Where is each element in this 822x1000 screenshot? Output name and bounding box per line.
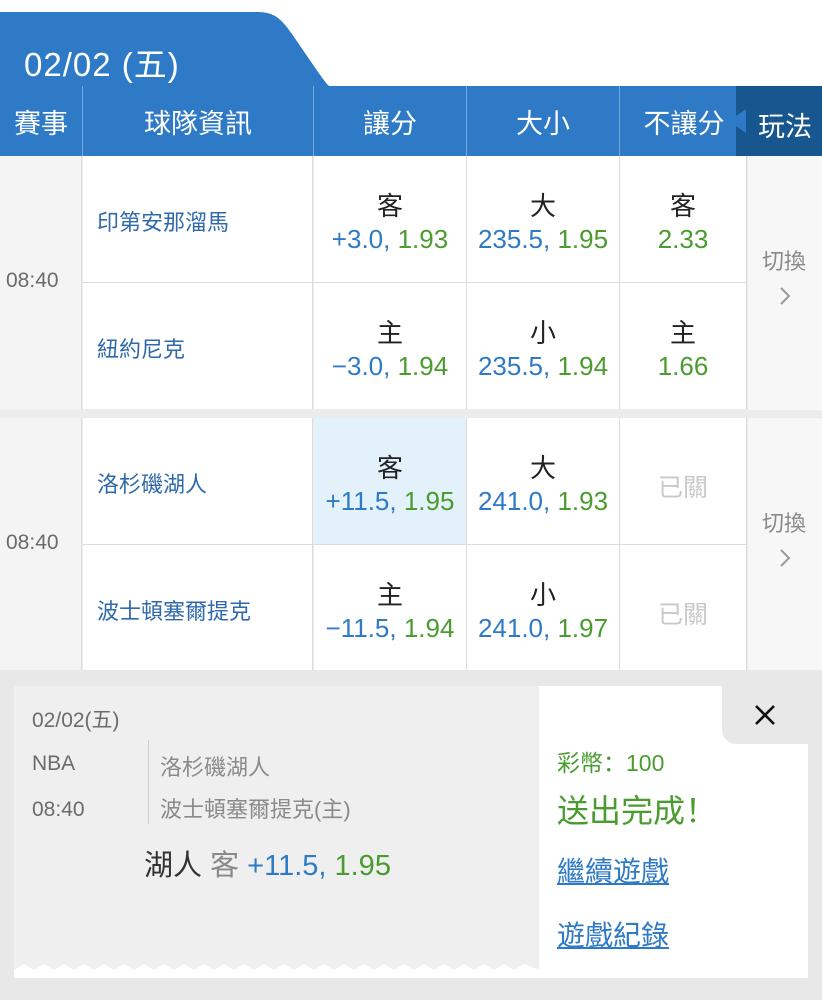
moneyline-odds: 2.33 [657, 224, 709, 254]
moneyline-closed: 已關 [620, 418, 747, 544]
header-team-info: 球隊資訊 [83, 86, 314, 156]
header-moneyline: 不讓分 [643, 108, 725, 139]
closed-label: 已關 [657, 474, 708, 502]
total-line: 235.5, [477, 224, 558, 254]
header-event: 賽事 [0, 86, 83, 156]
game-block: 08:40 印第安那溜馬 客 +3.0, 1.93 大 235.5, 1.95 … [0, 156, 822, 410]
total-bet-over[interactable]: 大 241.0, 1.93 [467, 418, 620, 544]
pick-line: +11.5, [247, 850, 335, 882]
game-time: 08:40 [6, 269, 59, 292]
game-time: 08:40 [6, 531, 59, 554]
closed-label: 已關 [657, 601, 708, 629]
ticket-league: NBA [32, 752, 76, 775]
moneyline-side: 客 [669, 191, 696, 221]
ticket-time: 08:40 [32, 798, 85, 821]
pick-team: 湖人 [144, 850, 203, 882]
moneyline-closed: 已關 [620, 545, 747, 671]
spread-odds: 1.94 [403, 613, 455, 643]
spread-side: 主 [376, 318, 403, 348]
ticket-pick: 湖人 客 +11.5, 1.95 [144, 842, 391, 884]
switch-button[interactable]: 切換 [748, 418, 822, 672]
ticket-torn-edge [14, 964, 539, 978]
moneyline-odds: 1.66 [657, 351, 709, 381]
total-side: 大 [529, 191, 556, 221]
team-name: 洛杉磯湖人 [97, 472, 208, 497]
spread-odds: 1.95 [403, 486, 455, 516]
game-block: 08:40 洛杉磯湖人 客 +11.5, 1.95 大 241.0, 1.93 … [0, 418, 822, 672]
date-bar: 02/02 (五) [0, 0, 822, 86]
continue-game-link[interactable]: 繼續遊戲 [557, 850, 669, 890]
chevron-right-icon [780, 549, 791, 567]
coins-balance: 彩幣：100 [557, 750, 665, 776]
chevron-right-icon [780, 287, 791, 305]
play-type-button[interactable]: 玩法 [736, 86, 822, 156]
header-total: 大小 [467, 86, 620, 156]
team-cell-home: 波士頓塞爾提克 [83, 545, 313, 671]
date-label: 02/02 (五) [24, 46, 180, 83]
team-cell-home: 紐約尼克 [83, 283, 313, 409]
game-time-cell: 08:40 [0, 156, 82, 410]
bet-confirmation-panel: 02/02(五) NBA 08:40 洛杉磯湖人 波士頓塞爾提克(主) 湖人 客… [14, 686, 808, 978]
pick-odds: 1.95 [334, 850, 391, 882]
team-name: 波士頓塞爾提克 [97, 599, 252, 624]
spread-line: −3.0, [331, 351, 398, 381]
close-icon [755, 705, 775, 725]
total-odds: 1.93 [557, 486, 609, 516]
ticket-date: 02/02(五) [32, 709, 120, 732]
submit-success-message: 送出完成！ [557, 793, 718, 829]
total-odds: 1.94 [557, 351, 609, 381]
pick-side: 客 [210, 850, 240, 882]
team-name: 紐約尼克 [97, 337, 186, 362]
switch-button[interactable]: 切換 [748, 156, 822, 410]
team-cell-away: 洛杉磯湖人 [83, 418, 313, 544]
total-line: 235.5, [477, 351, 558, 381]
spread-bet-away-selected[interactable]: 客 +11.5, 1.95 [314, 418, 467, 544]
spread-side: 客 [376, 453, 403, 483]
total-odds: 1.97 [557, 613, 609, 643]
close-button[interactable] [722, 686, 808, 744]
ticket-home-team: 波士頓塞爾提克(主) [160, 797, 351, 822]
bet-ticket: 02/02(五) NBA 08:40 洛杉磯湖人 波士頓塞爾提克(主) 湖人 客… [14, 686, 539, 978]
spread-bet-home[interactable]: 主 −3.0, 1.94 [314, 283, 467, 409]
total-line: 241.0, [477, 613, 558, 643]
team-name: 印第安那溜馬 [97, 210, 230, 235]
total-bet-under[interactable]: 小 235.5, 1.94 [467, 283, 620, 409]
date-tab[interactable]: 02/02 (五) [0, 12, 330, 86]
header-spread: 讓分 [314, 86, 467, 156]
switch-label: 切換 [762, 511, 807, 536]
game-time-cell: 08:40 [0, 418, 82, 672]
table-header: 賽事 球隊資訊 讓分 大小 不讓分 玩法 [0, 86, 822, 156]
total-bet-under[interactable]: 小 241.0, 1.97 [467, 545, 620, 671]
moneyline-bet-away[interactable]: 客 2.33 [620, 156, 747, 282]
moneyline-side: 主 [669, 318, 696, 348]
spread-line: −11.5, [325, 613, 404, 643]
spread-bet-away[interactable]: 客 +3.0, 1.93 [314, 156, 467, 282]
switch-label: 切換 [762, 249, 807, 274]
spread-side: 主 [376, 580, 403, 610]
spread-line: +3.0, [331, 224, 398, 254]
total-line: 241.0, [477, 486, 558, 516]
spread-line: +11.5, [325, 486, 404, 516]
game-history-link[interactable]: 遊戲紀錄 [557, 914, 669, 954]
spread-odds: 1.94 [397, 351, 449, 381]
moneyline-bet-home[interactable]: 主 1.66 [620, 283, 747, 409]
ticket-divider [148, 740, 149, 824]
spread-side: 客 [376, 191, 403, 221]
play-type-label: 玩法 [758, 112, 812, 142]
team-cell-away: 印第安那溜馬 [83, 156, 313, 282]
total-bet-over[interactable]: 大 235.5, 1.95 [467, 156, 620, 282]
spread-odds: 1.93 [397, 224, 449, 254]
total-side: 小 [529, 318, 556, 348]
ticket-away-team: 洛杉磯湖人 [160, 755, 271, 780]
spread-bet-home[interactable]: 主 −11.5, 1.94 [314, 545, 467, 671]
total-side: 小 [529, 580, 556, 610]
total-odds: 1.95 [557, 224, 609, 254]
total-side: 大 [529, 453, 556, 483]
